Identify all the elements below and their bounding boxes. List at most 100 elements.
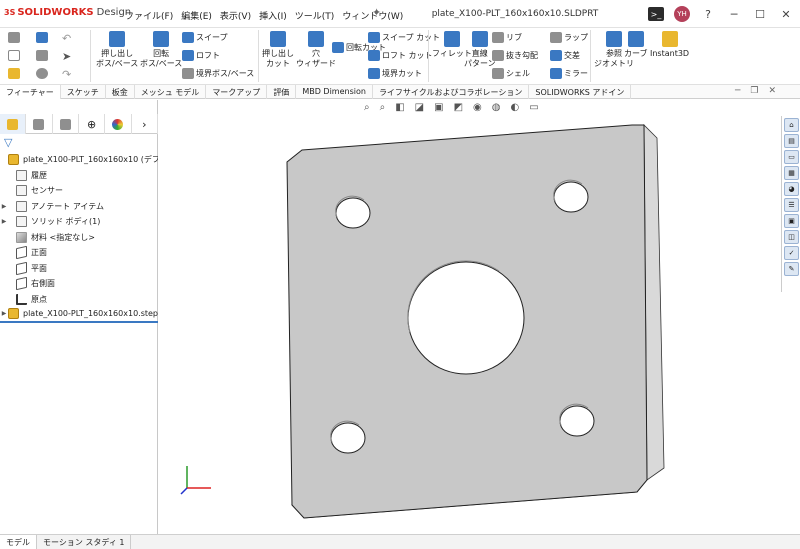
menu-tools[interactable]: ツール(T) (295, 9, 335, 22)
hole-wizard-button[interactable]: 穴 ウィザード (296, 31, 336, 69)
tab-sketch[interactable]: スケッチ (61, 85, 106, 99)
boundary-cut-button[interactable]: 境界カット (368, 68, 422, 79)
user-avatar[interactable]: YH (672, 4, 692, 24)
open-document-icon[interactable] (8, 68, 20, 79)
loft-cut-button[interactable]: ロフト カット (368, 50, 433, 61)
revolve-boss-button[interactable]: 回転 ボス/ベース (140, 31, 182, 69)
tab-solidworks-addins[interactable]: SOLIDWORKS アドイン (529, 85, 632, 99)
tab-mesh-model[interactable]: メッシュ モデル (135, 85, 207, 99)
extrude-boss-button[interactable]: 押し出し ボス/ベース (96, 31, 138, 69)
extrude-cut-icon (270, 31, 286, 47)
tree-item-imported-body[interactable]: ▶ plate_X100-PLT_160x160x10.step< (0, 307, 158, 323)
hole-wizard-icon (308, 31, 324, 47)
expand-arrow-icon[interactable]: ▶ (0, 203, 8, 210)
more-tabs-chevron-icon[interactable]: › (132, 114, 158, 134)
tab-sheet-metal[interactable]: 板金 (106, 85, 135, 99)
file-explorer-icon[interactable]: ▭ (784, 150, 799, 164)
design-library-icon[interactable]: ▤ (784, 134, 799, 148)
mirror-icon (550, 68, 562, 79)
appearances-icon[interactable]: ◕ (784, 182, 799, 196)
doc-close-icon[interactable]: ✕ (768, 86, 776, 96)
rib-button[interactable]: リブ (492, 32, 522, 43)
configuration-manager-tab-icon[interactable] (53, 114, 79, 134)
tree-item-sensors[interactable]: センサー (0, 183, 158, 199)
sketch-ink-icon[interactable]: ✎ (784, 262, 799, 276)
linear-pattern-button[interactable]: 直線 パターン (464, 31, 496, 69)
feature-manager-tab-icon[interactable] (0, 114, 27, 134)
document-title: plate_X100-PLT_160x160x10.SLDPRT (431, 9, 599, 19)
graphics-area[interactable]: ─ ❐ ✕ ⌕ ⌕ ◧ ◪ ▣ ◩ ◉ ◍ ◐ ▭ (159, 86, 780, 534)
command-prompt-icon[interactable]: >_ (646, 4, 666, 24)
curves-button[interactable]: カーブ (624, 31, 648, 59)
expand-arrow-icon[interactable]: ▶ (0, 218, 8, 225)
undo-icon[interactable]: ↶ (62, 32, 71, 45)
fillet-icon (443, 31, 460, 47)
pin-icon[interactable]: ✦ (372, 6, 381, 19)
annotations-icon (16, 200, 27, 212)
tree-item-origin[interactable]: 原点 (0, 292, 158, 308)
tree-item-part[interactable]: plate_X100-PLT_160x160x10 (デフォ (0, 152, 158, 168)
dimxpert-manager-tab-icon[interactable]: ⊕ (79, 114, 106, 134)
boundary-boss-button[interactable]: 境界ボス/ベース (182, 68, 254, 79)
sweep-button[interactable]: スイープ (182, 32, 228, 43)
intersect-button[interactable]: 交差 (550, 50, 580, 61)
tree-item-right-plane[interactable]: 右側面 (0, 276, 158, 292)
tab-mbd-dimension[interactable]: MBD Dimension (296, 85, 373, 99)
minimize-icon[interactable]: ─ (724, 4, 744, 24)
maximize-icon[interactable]: ☐ (750, 4, 770, 24)
extrude-boss-icon (109, 31, 126, 47)
loft-button[interactable]: ロフト (182, 50, 220, 61)
print-icon[interactable] (36, 50, 48, 61)
menu-view[interactable]: 表示(V) (220, 9, 251, 22)
shell-button[interactable]: シェル (492, 68, 530, 79)
doc-restore-icon[interactable]: ❐ (750, 86, 758, 96)
3dexperience-icon[interactable]: ◫ (784, 230, 799, 244)
tab-model[interactable]: モデル (0, 535, 37, 549)
view-palette-icon[interactable]: ▦ (784, 166, 799, 180)
menu-insert[interactable]: 挿入(I) (259, 9, 287, 22)
mirror-button[interactable]: ミラー (550, 68, 588, 79)
origin-icon (16, 293, 27, 305)
tab-motion-study[interactable]: モーション スタディ 1 (37, 535, 132, 549)
revolve-boss-icon (153, 31, 170, 47)
design-checker-icon[interactable]: ✓ (784, 246, 799, 260)
tab-features[interactable]: フィーチャー (0, 85, 61, 99)
expand-arrow-icon[interactable]: ▶ (0, 310, 8, 317)
display-manager-tab-icon[interactable] (105, 114, 132, 134)
redo-icon[interactable]: ↷ (62, 68, 71, 81)
save-icon[interactable] (36, 32, 48, 43)
close-icon[interactable]: ✕ (776, 4, 796, 24)
solidworks-logo[interactable]: 3S SOLIDWORKS Design (4, 7, 131, 18)
menu-edit[interactable]: 編集(E) (181, 9, 212, 22)
tree-item-front-plane[interactable]: 正面 (0, 245, 158, 261)
extrude-cut-button[interactable]: 押し出し カット (262, 31, 294, 69)
help-icon[interactable]: ? (698, 4, 718, 24)
document-window-controls: ─ ❐ ✕ (735, 86, 776, 96)
tree-item-annotations[interactable]: ▶ アノテート アイテム (0, 199, 158, 215)
tab-lifecycle-collaboration[interactable]: ライフサイクルおよびコラボレーション (373, 85, 530, 99)
menu-file[interactable]: ファイル(F) (125, 9, 173, 22)
tab-evaluate[interactable]: 評価 (267, 85, 297, 99)
tree-item-history[interactable]: 履歴 (0, 168, 158, 184)
property-manager-tab-icon[interactable] (26, 114, 53, 134)
plane-icon (16, 261, 27, 275)
select-icon[interactable]: ➤ (62, 50, 71, 63)
instant3d-button[interactable]: Instant3D (650, 31, 689, 59)
tab-markup[interactable]: マークアップ (206, 85, 268, 99)
part-model[interactable] (159, 100, 780, 534)
tree-item-solid-bodies[interactable]: ▶ ソリッド ボディ(1) (0, 214, 158, 230)
manager-tabs: ⊕ › (0, 114, 158, 134)
wrap-button[interactable]: ラップ (550, 32, 588, 43)
options-gear-icon[interactable] (36, 68, 48, 79)
doc-minimize-icon[interactable]: ─ (735, 86, 740, 96)
solidworks-forum-icon[interactable]: ▣ (784, 214, 799, 228)
new-document-icon[interactable] (8, 50, 20, 61)
solidworks-resources-icon[interactable]: ⌂ (784, 118, 799, 132)
tree-item-top-plane[interactable]: 平面 (0, 261, 158, 277)
home-icon[interactable] (8, 32, 20, 43)
draft-button[interactable]: 抜き勾配 (492, 50, 538, 61)
filter-icon[interactable]: ▽ (4, 136, 12, 149)
tree-item-material[interactable]: 材料 <指定なし> (0, 230, 158, 246)
custom-properties-icon[interactable]: ☰ (784, 198, 799, 212)
sweep-cut-button[interactable]: スイープ カット (368, 32, 440, 43)
